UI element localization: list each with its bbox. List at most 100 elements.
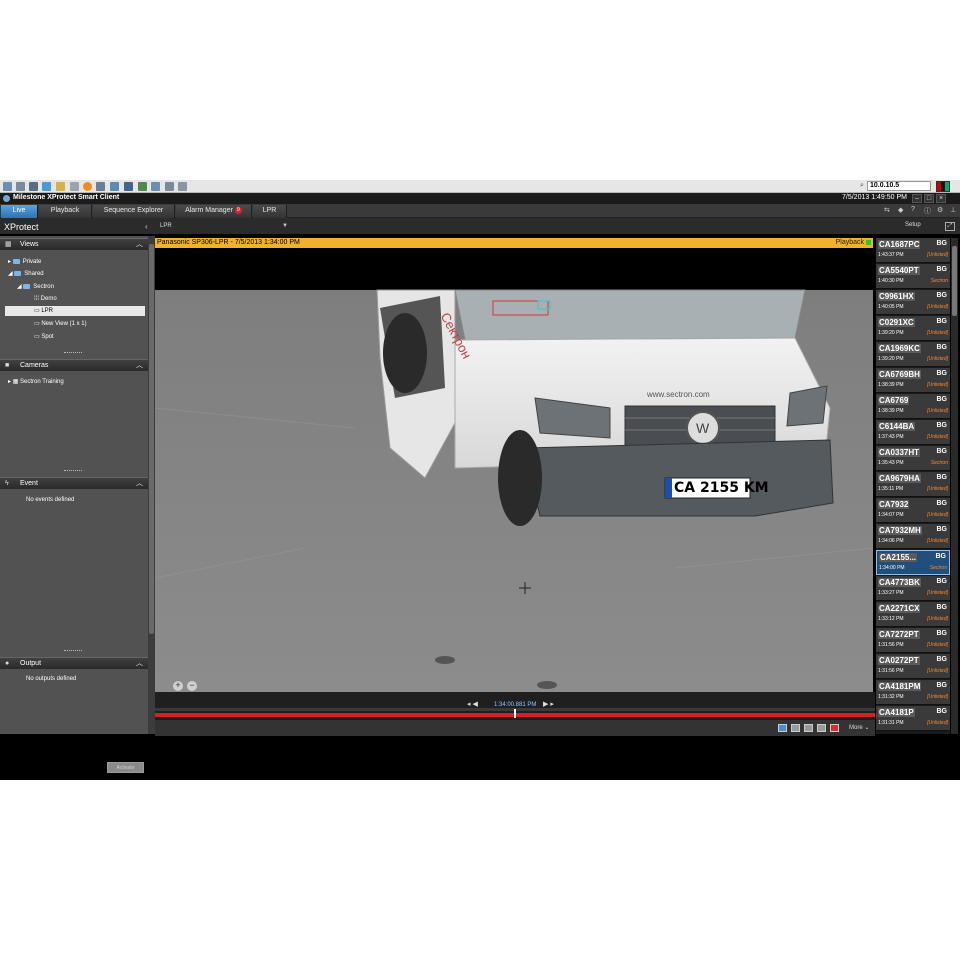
database-icon[interactable] xyxy=(138,182,147,191)
document-icon[interactable] xyxy=(151,182,160,191)
pin-icon[interactable]: ⊥ xyxy=(950,206,956,214)
tree-item-shared[interactable]: ◢ Shared xyxy=(8,269,44,279)
settings-icon[interactable] xyxy=(178,182,187,191)
scroll-thumb[interactable] xyxy=(952,246,957,316)
view-layout-icon: ⁞⁞⁞ xyxy=(34,296,41,302)
cameras-pane-header[interactable]: ■ Cameras ︿ xyxy=(0,359,148,371)
lpr-list-item[interactable]: CA0337HT BG 1:35:43 PM Sectron xyxy=(876,446,950,471)
lpr-list-item[interactable]: CA1969KC BG 1:39:20 PM [Unlisted] xyxy=(876,342,950,367)
lpr-list-item[interactable]: CA7272PT BG 1:31:56 PM [Unlisted] xyxy=(876,628,950,653)
tree-item-sectron[interactable]: ◢ Sectron xyxy=(17,282,54,292)
status-indicator-icon xyxy=(866,240,871,245)
lpr-list-item[interactable]: CA0272PT BG 1:31:56 PM [Unlisted] xyxy=(876,654,950,679)
tree-item-sectron-training[interactable]: ▸ ▦ Sectron Training xyxy=(8,377,64,387)
ptz-icon[interactable]: ⇆ xyxy=(884,206,890,214)
timeline-cursor[interactable] xyxy=(514,709,516,718)
help-icon[interactable] xyxy=(83,182,92,191)
snapshot-icon[interactable] xyxy=(791,724,800,732)
close-button[interactable]: × xyxy=(936,194,946,203)
lpr-list-item[interactable]: CA4773BK BG 1:33:27 PM [Unlisted] xyxy=(876,576,950,601)
activate-button[interactable]: Activate xyxy=(107,762,144,773)
lpr-list-item[interactable]: CA2155... BG 1:34:00 PM Sectron xyxy=(876,550,950,575)
lpr-list-item[interactable]: CA4181P BG 1:31:31 PM [Unlisted] xyxy=(876,706,950,731)
settings-gear-icon[interactable]: ⚙ xyxy=(937,206,943,214)
setup-button[interactable]: Setup xyxy=(905,222,921,228)
collapse-panel-icon[interactable]: ‹ xyxy=(145,222,148,231)
address-field[interactable]: 10.0.10.5 xyxy=(867,181,931,191)
plate-number: CA2155... xyxy=(879,553,918,562)
tree-item-new-view[interactable]: ▭ New View (1 x 1) xyxy=(34,319,87,329)
chevron-up-icon[interactable]: ︿ xyxy=(136,360,143,372)
lpr-list-item[interactable]: CA6769 BG 1:38:39 PM [Unlisted] xyxy=(876,394,950,419)
tree-item-spot[interactable]: ▭ Spot xyxy=(34,332,54,342)
lpr-list-item[interactable]: CA9679HA BG 1:35:11 PM [Unlisted] xyxy=(876,472,950,497)
resize-grip[interactable] xyxy=(64,470,82,472)
output-pane-header[interactable]: ● Output ︿ xyxy=(0,657,148,669)
lpr-list-item[interactable]: CA6769BH BG 1:38:39 PM [Unlisted] xyxy=(876,368,950,393)
live-view-icon[interactable] xyxy=(778,724,787,732)
chevron-up-icon[interactable]: ︿ xyxy=(136,478,143,490)
brand-label: XProtect xyxy=(4,222,39,232)
tab-lpr[interactable]: LPR xyxy=(253,205,287,218)
tab-sequence-explorer[interactable]: Sequence Explorer xyxy=(93,205,175,218)
views-pane-header[interactable]: ▦ Views ︿ xyxy=(0,238,148,250)
chevron-up-icon[interactable]: ︿ xyxy=(136,658,143,670)
tools-icon[interactable] xyxy=(29,182,38,191)
help-icon[interactable]: ? xyxy=(911,206,915,213)
fullscreen-icon[interactable]: ⤢ xyxy=(945,222,955,231)
refresh-icon[interactable] xyxy=(42,182,51,191)
explorer-icon[interactable] xyxy=(16,182,25,191)
plate-country: BG xyxy=(936,578,948,585)
maximize-button[interactable]: □ xyxy=(924,194,934,203)
view-selector[interactable]: LPR ▼ xyxy=(156,221,290,232)
network-icon[interactable] xyxy=(96,182,105,191)
tree-item-lpr[interactable]: ▭ LPR xyxy=(5,306,145,316)
print-icon[interactable] xyxy=(804,724,813,732)
lpr-scrollbar[interactable] xyxy=(951,238,958,734)
tree-item-private[interactable]: ▸ Private xyxy=(8,257,41,267)
zoom-out-button[interactable]: − xyxy=(187,681,197,691)
tab-live[interactable]: Live xyxy=(1,205,38,218)
resize-grip[interactable] xyxy=(64,650,82,652)
copy-icon[interactable] xyxy=(817,724,826,732)
bulb-icon: ● xyxy=(5,660,10,667)
monitor-icon[interactable] xyxy=(124,182,133,191)
resize-grip[interactable] xyxy=(64,352,82,354)
tree-item-demo[interactable]: ⁞⁞⁞ Demo xyxy=(34,294,57,304)
lpr-list-item[interactable]: CA5540PT BG 1:40:30 PM Sectron xyxy=(876,264,950,289)
lpr-list-item[interactable]: CA7932MH BG 1:34:06 PM [Unlisted] xyxy=(876,524,950,549)
lpr-list-item[interactable]: CA2271CX BG 1:33:12 PM [Unlisted] xyxy=(876,602,950,627)
lpr-list-item[interactable]: CA4181PM BG 1:31:32 PM [Unlisted] xyxy=(876,680,950,705)
camera-video[interactable]: W Сектрон www.sectron.com CA 2155 KM + − xyxy=(155,248,873,692)
grid-icon[interactable] xyxy=(165,182,174,191)
previous-frame-icon[interactable]: ◂ ◀ xyxy=(467,700,478,708)
lpr-list-item[interactable]: CA1687PC BG 1:43:37 PM [Unlisted] xyxy=(876,238,950,263)
info-icon[interactable]: ⓘ xyxy=(924,206,931,216)
lpr-list-item[interactable]: C0291XC BG 1:39:20 PM [Unlisted] xyxy=(876,316,950,341)
left-scrollbar[interactable] xyxy=(148,236,155,734)
app-icon[interactable] xyxy=(3,182,12,191)
folder-icon xyxy=(12,258,20,264)
record-icon[interactable] xyxy=(830,724,839,732)
folder-icon[interactable] xyxy=(56,182,65,191)
lpr-list-item[interactable]: CA7932 BG 1:34:07 PM [Unlisted] xyxy=(876,498,950,523)
tab-playback[interactable]: Playback xyxy=(39,205,92,218)
next-frame-icon[interactable]: ▶ ▸ xyxy=(543,700,554,708)
zoom-in-button[interactable]: + xyxy=(173,681,183,691)
chevron-up-icon[interactable]: ︿ xyxy=(136,239,143,251)
scroll-thumb[interactable] xyxy=(149,244,154,634)
lpr-list-item[interactable]: C6144BA BG 1:37:43 PM [Unlisted] xyxy=(876,420,950,445)
plate-number: CA7932MH xyxy=(878,526,922,535)
plate-time: 1:35:43 PM xyxy=(878,460,904,466)
minimize-button[interactable]: – xyxy=(912,194,922,203)
video-frame: W xyxy=(155,248,873,692)
plate-time: 1:38:39 PM xyxy=(878,382,904,388)
drive-icon[interactable] xyxy=(70,182,79,191)
more-menu-button[interactable]: More ⌄ xyxy=(849,724,869,731)
event-pane-header[interactable]: ϟ Event ︿ xyxy=(0,477,148,489)
lpr-list-item[interactable]: C9961HX BG 1:40:05 PM [Unlisted] xyxy=(876,290,950,315)
current-datetime: 7/5/2013 1:49:50 PM xyxy=(842,194,907,201)
window-icon[interactable] xyxy=(110,182,119,191)
connect-icon[interactable]: ◆ xyxy=(898,206,903,214)
tab-alarm-manager[interactable]: Alarm Manager 9 xyxy=(176,205,252,218)
